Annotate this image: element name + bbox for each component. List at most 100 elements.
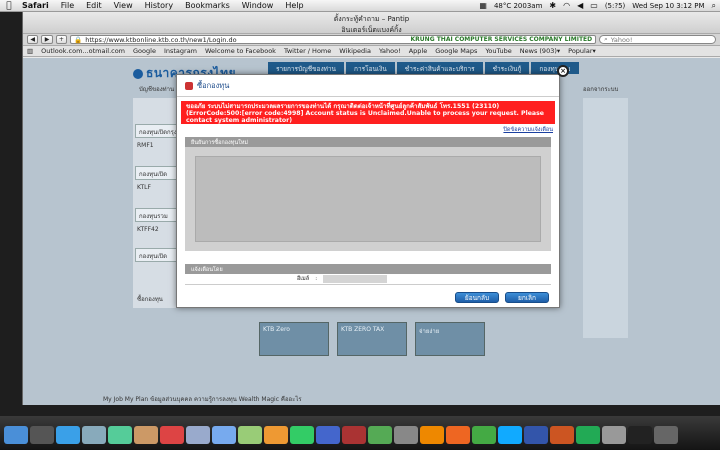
confirm-details-area: [195, 156, 541, 242]
bookmark-item[interactable]: Twitter / Home: [284, 47, 331, 55]
bookmark-item[interactable]: Instagram: [164, 47, 197, 55]
bookmark-item[interactable]: Apple: [409, 47, 428, 55]
bookmark-item[interactable]: Google Maps: [435, 47, 477, 55]
nav-transfer[interactable]: การโอนเงิน: [346, 62, 395, 74]
close-icon[interactable]: ×: [557, 65, 569, 77]
email-field[interactable]: [323, 275, 388, 283]
dialog-title: ซื้อกองทุน: [197, 80, 230, 90]
url-text: https://www.ktbonline.ktb.co.th/new1/Log…: [85, 35, 237, 44]
promo-banner[interactable]: KTB ZERO TAX: [337, 322, 407, 356]
firefox-icon[interactable]: [446, 426, 470, 444]
menu-bookmarks[interactable]: Bookmarks: [185, 1, 230, 10]
preview-icon[interactable]: [186, 426, 210, 444]
calculator-icon[interactable]: [602, 426, 626, 444]
itunes-icon[interactable]: [212, 426, 236, 444]
search-placeholder: Yahoo!: [610, 35, 633, 44]
weather-label: 48°C 2003am: [493, 1, 543, 10]
back-icon[interactable]: ◀: [27, 35, 39, 44]
bookmark-item[interactable]: Wikipedia: [339, 47, 371, 55]
nav-funds[interactable]: กองทุนรวม: [531, 62, 579, 74]
menu-window[interactable]: Window: [242, 1, 274, 10]
title-bar: ตั้งกระทู้คำถาม – Pantip อินเตอร์เน็ตแบง…: [23, 12, 720, 34]
right-panel: [583, 98, 628, 338]
menu-history[interactable]: History: [145, 1, 173, 10]
photobooth-icon[interactable]: [342, 426, 366, 444]
nav-loans[interactable]: ชำระเงินกู้: [484, 62, 530, 74]
nav-accounts[interactable]: รายการบัญชีของท่าน: [268, 62, 345, 74]
menu-file[interactable]: File: [61, 1, 74, 10]
promo-banner[interactable]: จ่ายง่าย: [415, 322, 485, 356]
flag-icon[interactable]: ▦: [479, 1, 487, 10]
site-identity[interactable]: KRUNG THAI COMPUTER SERVICES COMPANY LIM…: [411, 36, 593, 43]
bookmark-item[interactable]: News (903)▾: [520, 47, 560, 55]
error-message: ขออภัย ระบบไม่สามารถประมวลผลรายการของท่า…: [181, 101, 555, 124]
add-bookmark-icon[interactable]: +: [55, 35, 68, 44]
footer-links[interactable]: My Job My Plan ข้อมูลส่วนบุคคล ความรู้กา…: [103, 394, 302, 404]
window-title: ตั้งกระทู้คำถาม – Pantip: [333, 15, 410, 23]
bookmark-item[interactable]: Outlook.com...otmail.com: [41, 47, 125, 55]
logo-mark-icon: [133, 68, 143, 79]
excel-icon[interactable]: [576, 426, 600, 444]
bookmark-item[interactable]: Popular▾: [568, 47, 596, 55]
keynote-icon[interactable]: [316, 426, 340, 444]
dashboard-icon[interactable]: [30, 426, 54, 444]
bluetooth-icon[interactable]: ✱: [549, 1, 556, 10]
battery-icon[interactable]: ▭: [590, 1, 598, 10]
powerpoint-icon[interactable]: [550, 426, 574, 444]
fund-code: RMF1: [137, 142, 154, 149]
bookmarks-bar: ▥ Outlook.com...otmail.com Google Instag…: [23, 46, 720, 57]
terminal-icon[interactable]: [628, 426, 652, 444]
menu-help[interactable]: Help: [285, 1, 303, 10]
menu-view[interactable]: View: [114, 1, 133, 10]
back-button[interactable]: ย้อนกลับ: [455, 292, 499, 303]
cancel-button[interactable]: ยกเลิก: [505, 292, 549, 303]
addressbook-icon[interactable]: [134, 426, 158, 444]
numbers-icon[interactable]: [290, 426, 314, 444]
nav-payments[interactable]: ชำระค่าสินค้าและบริการ: [396, 62, 483, 74]
menu-edit[interactable]: Edit: [86, 1, 102, 10]
iphoto-icon[interactable]: [238, 426, 262, 444]
safari-icon[interactable]: [56, 426, 80, 444]
confirm-section: ยืนยันการซื้อกองทุนใหม่: [185, 137, 551, 251]
apple-icon[interactable]: : [4, 1, 14, 11]
menu-safari[interactable]: Safari: [22, 1, 49, 10]
chrome-icon[interactable]: [472, 426, 496, 444]
forward-icon[interactable]: ▶: [41, 35, 53, 44]
clock[interactable]: Wed Sep 10 3:12 PM: [632, 2, 704, 10]
fund-code: KTFF42: [137, 226, 159, 233]
finder-icon[interactable]: [4, 426, 28, 444]
bookmark-item[interactable]: Welcome to Facebook: [205, 47, 276, 55]
pages-icon[interactable]: [264, 426, 288, 444]
confirm-section-title: ยืนยันการซื้อกองทุนใหม่: [185, 137, 551, 147]
bookmarks-icon[interactable]: ▥: [27, 47, 33, 55]
bookmark-item[interactable]: Yahoo!: [379, 47, 401, 55]
promo-banners: KTB Zero KTB ZERO TAX จ่ายง่าย: [259, 322, 485, 356]
email-separator: :: [315, 276, 318, 282]
fund-buy-label[interactable]: ซื้อกองทุน: [137, 294, 163, 304]
systemprefs-icon[interactable]: [394, 426, 418, 444]
word-icon[interactable]: [524, 426, 548, 444]
notify-section: แจ้งเตือนโดย อีเมล์ :: [185, 264, 551, 285]
search-input[interactable]: ⌕ Yahoo!: [599, 35, 716, 44]
address-bar[interactable]: 🔒 https://www.ktbonline.ktb.co.th/new1/L…: [70, 35, 597, 44]
mail-icon[interactable]: [82, 426, 106, 444]
vlc-icon[interactable]: [420, 426, 444, 444]
wifi-icon[interactable]: ◠: [563, 1, 570, 10]
battery-label: (5:?5): [604, 1, 626, 10]
bookmark-item[interactable]: YouTube: [485, 47, 511, 55]
menu-bar:  Safari File Edit View History Bookmark…: [0, 0, 720, 12]
fund-icon: [185, 81, 193, 90]
dialog-header: ซื้อกองทุน: [177, 75, 559, 97]
bookmark-item[interactable]: Google: [133, 47, 156, 55]
spotlight-icon[interactable]: ⌕: [712, 1, 716, 11]
volume-icon[interactable]: ◀: [577, 1, 583, 10]
dialog-buttons: ย้อนกลับ ยกเลิก: [455, 292, 549, 303]
skype-icon[interactable]: [498, 426, 522, 444]
dismiss-alert-link[interactable]: ปิดข้อความแจ้งเตือน: [177, 126, 559, 134]
ical-icon[interactable]: [160, 426, 184, 444]
timemachine-icon[interactable]: [368, 426, 392, 444]
ichat-icon[interactable]: [108, 426, 132, 444]
promo-banner[interactable]: KTB Zero: [259, 322, 329, 356]
logout-label[interactable]: ออกจากระบบ: [583, 84, 618, 94]
trash-icon[interactable]: [654, 426, 678, 444]
